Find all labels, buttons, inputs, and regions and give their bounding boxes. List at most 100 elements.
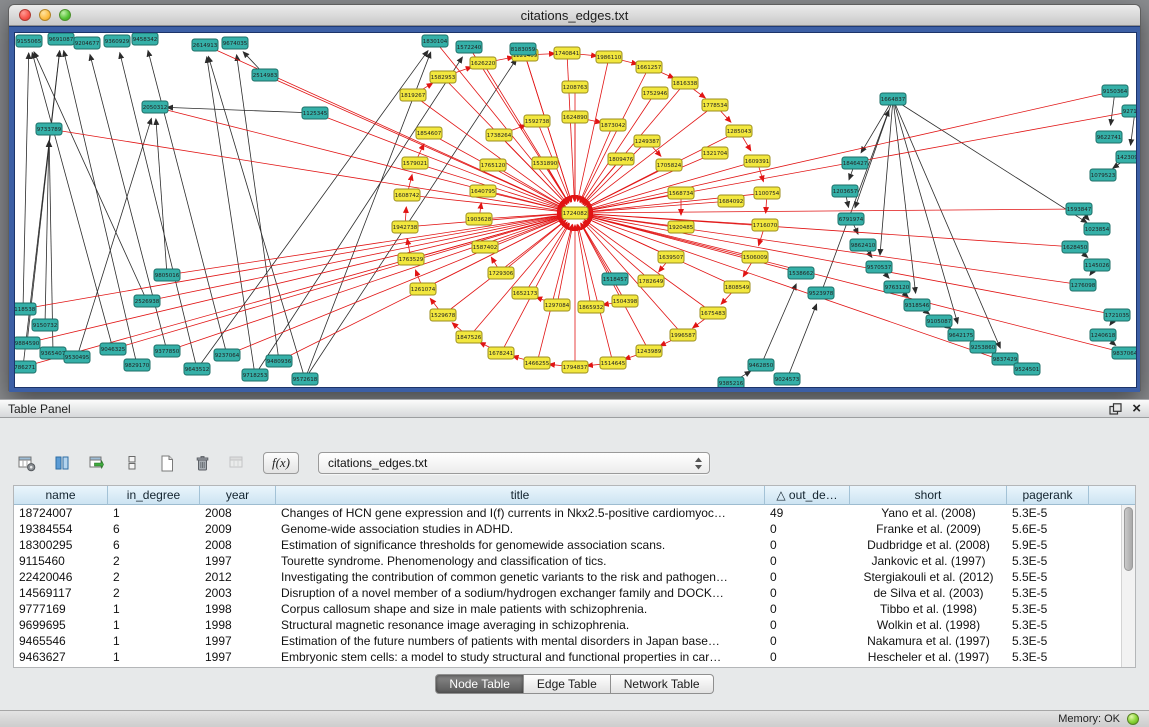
graph-node[interactable]: 9805016 [154, 269, 180, 281]
graph-node[interactable]: 9524501 [1014, 363, 1040, 375]
network-graph[interactable]: 1724082181926715829531626220122140917408… [15, 33, 1136, 387]
graph-edge[interactable] [156, 119, 167, 275]
row-height-icon[interactable] [119, 450, 145, 476]
graph-node[interactable]: 1752946 [642, 87, 668, 99]
graph-node[interactable]: 9523978 [808, 287, 834, 299]
graph-node[interactable]: 1203657 [832, 185, 858, 197]
graph-node[interactable]: 1903628 [466, 213, 492, 225]
graph-node[interactable]: 1847526 [456, 331, 482, 343]
table-row[interactable]: 1872400712008Changes of HCN gene express… [14, 505, 1135, 521]
tab-edge-table[interactable]: Edge Table [524, 674, 611, 694]
graph-edge[interactable] [581, 223, 615, 279]
graph-node[interactable]: 1830104 [422, 35, 448, 47]
graph-node[interactable]: 1582953 [430, 71, 456, 83]
graph-node[interactable]: 1705824 [656, 159, 682, 171]
graph-node[interactable]: 1243989 [636, 345, 662, 357]
graph-node[interactable]: 1514645 [600, 357, 626, 369]
graph-node[interactable]: 1716070 [752, 219, 778, 231]
table-row[interactable]: 946362711997Embryonic stem cells: a mode… [14, 649, 1135, 665]
graph-node[interactable]: 1664837 [880, 93, 906, 105]
graph-node[interactable]: 9862410 [850, 239, 876, 251]
graph-node[interactable]: 9237064 [214, 349, 240, 361]
graph-node[interactable]: 9024573 [774, 373, 800, 385]
graph-node[interactable]: 9674035 [222, 37, 248, 49]
graph-node[interactable]: 9318546 [904, 299, 930, 311]
graph-node[interactable]: 1986110 [596, 51, 622, 63]
graph-node[interactable]: 1721035 [1104, 309, 1130, 321]
table-row[interactable]: 1456911722003Disruption of a novel membe… [14, 585, 1135, 601]
column-header-title[interactable]: title [276, 486, 765, 505]
table-vertical-scrollbar[interactable] [1121, 505, 1135, 667]
show-columns-icon[interactable] [49, 450, 75, 476]
graph-node[interactable]: 1023854 [1084, 223, 1110, 235]
graph-node[interactable]: 1626220 [470, 57, 496, 69]
graph-node[interactable]: 9105087 [926, 315, 952, 327]
graph-node[interactable]: 1865932 [578, 301, 604, 313]
graph-edge[interactable] [587, 215, 1117, 315]
graph-edge[interactable] [557, 225, 573, 305]
table-row[interactable]: 946554611997Estimation of the future num… [14, 633, 1135, 649]
graph-node[interactable]: 1609391 [744, 155, 770, 167]
graph-node[interactable]: 1568734 [668, 187, 694, 199]
graph-node[interactable]: 1506009 [742, 251, 768, 263]
graph-node[interactable]: 9786271 [15, 361, 36, 373]
graph-node[interactable]: 1579021 [402, 157, 428, 169]
graph-node[interactable]: 9642175 [948, 329, 974, 341]
graph-edge[interactable] [583, 222, 683, 335]
graph-node[interactable]: 9837429 [992, 353, 1018, 365]
graph-node[interactable]: 1261074 [410, 283, 436, 295]
column-header-year[interactable]: year [200, 486, 276, 505]
tab-node-table[interactable]: Node Table [435, 674, 524, 694]
graph-node[interactable]: 1624890 [562, 111, 588, 123]
graph-node[interactable]: 1466255 [524, 357, 550, 369]
graph-node[interactable]: 1572240 [456, 41, 482, 53]
delete-table-icon[interactable] [189, 450, 215, 476]
graph-node[interactable]: 1661257 [636, 61, 662, 73]
graph-node[interactable]: 9733789 [36, 123, 62, 135]
network-window-titlebar[interactable]: citations_edges.txt [9, 5, 1140, 26]
graph-edge[interactable] [27, 216, 563, 343]
graph-node[interactable]: 1592738 [524, 115, 550, 127]
graph-node[interactable]: 2614913 [192, 39, 218, 51]
graph-node[interactable]: 1321704 [702, 147, 728, 159]
function-builder-button[interactable]: f(x) [263, 452, 299, 474]
graph-edge[interactable] [167, 217, 564, 351]
graph-edge[interactable] [469, 47, 569, 203]
graph-node[interactable]: 1729306 [488, 267, 514, 279]
graph-edge[interactable] [34, 52, 147, 301]
graph-node[interactable]: 1996587 [670, 329, 696, 341]
graph-node[interactable]: 9377850 [154, 345, 180, 357]
graph-node[interactable]: 1208763 [562, 81, 588, 93]
column-header-name[interactable]: name [14, 486, 108, 505]
graph-node[interactable]: 9480936 [266, 355, 292, 367]
graph-node[interactable]: 1684092 [718, 195, 744, 207]
graph-node[interactable]: 1125345 [302, 107, 328, 119]
graph-node[interactable]: 9572618 [292, 373, 318, 385]
graph-node[interactable]: 1504398 [612, 295, 638, 307]
graph-edge[interactable] [587, 215, 1083, 285]
graph-edge[interactable] [208, 57, 305, 380]
graph-node[interactable]: 9570537 [866, 261, 892, 273]
graph-node[interactable]: 6791974 [838, 213, 864, 225]
graph-node[interactable]: 1640795 [470, 185, 496, 197]
graph-node[interactable]: 9458342 [132, 33, 158, 45]
column-header-short[interactable]: short [850, 486, 1007, 505]
graph-node[interactable]: 9829170 [124, 359, 150, 371]
graph-node[interactable]: 8183059 [510, 43, 536, 55]
graph-node[interactable]: 1920485 [668, 221, 694, 233]
column-header-pagerank[interactable]: pagerank [1007, 486, 1089, 505]
graph-node[interactable]: 1854607 [416, 127, 442, 139]
graph-node[interactable]: 1675483 [700, 307, 726, 319]
table-row[interactable]: 1938455462009Genome-wide association stu… [14, 521, 1135, 537]
column-header-out_de[interactable]: △ out_de… [765, 486, 850, 505]
graph-node[interactable]: 9691087 [48, 33, 74, 45]
graph-node[interactable]: 1285043 [726, 125, 752, 137]
graph-node[interactable]: 1778534 [702, 99, 728, 111]
graph-edge[interactable] [761, 284, 796, 365]
graph-node[interactable]: 1808549 [724, 281, 750, 293]
import-table-icon[interactable] [84, 450, 110, 476]
graph-node[interactable]: 1100754 [754, 187, 780, 199]
graph-node[interactable]: 1763529 [398, 253, 424, 265]
table-row[interactable]: 1830029562008Estimation of significance … [14, 537, 1135, 553]
graph-node[interactable]: 9462850 [748, 359, 774, 371]
